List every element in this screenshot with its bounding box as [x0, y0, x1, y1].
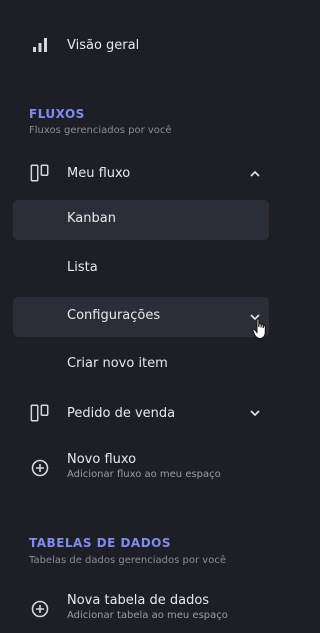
new-flow-button[interactable]: Novo fluxo Adicionar fluxo ao meu espaço: [13, 448, 269, 488]
flow-subitem-label: Configurações: [67, 308, 161, 323]
flow-item-label: Meu fluxo: [67, 165, 131, 181]
mouse-pointer: [252, 318, 268, 340]
plus-circle-icon: [30, 599, 50, 619]
new-table-description: Adicionar tabela ao meu espaço: [67, 610, 228, 621]
nav-item-overview[interactable]: Visão geral: [13, 29, 269, 61]
flow-subitem-kanban[interactable]: Kanban: [13, 200, 269, 240]
section-title-tables: TABELAS DE DADOS: [29, 536, 172, 550]
flow-subitem-configuracoes[interactable]: Configurações: [13, 297, 269, 337]
nav-item-overview-label: Visão geral: [67, 37, 140, 53]
new-table-button[interactable]: Nova tabela de dados Adicionar tabela ao…: [13, 589, 269, 629]
chevron-down-icon[interactable]: [249, 407, 261, 419]
flow-item-label: Pedido de venda: [67, 405, 176, 421]
new-flow-description: Adicionar fluxo ao meu espaço: [67, 469, 221, 480]
flow-subitem-label: Kanban: [67, 211, 116, 226]
section-title-flows: FLUXOS: [29, 107, 85, 121]
board-icon: [30, 163, 50, 183]
flow-subitem-lista[interactable]: Lista: [13, 249, 269, 289]
plus-circle-icon: [30, 458, 50, 478]
section-subtitle-tables: Tabelas de dados gerenciados por você: [29, 555, 226, 566]
flow-subitem-label: Lista: [67, 260, 98, 275]
section-subtitle-flows: Fluxos gerenciados por você: [29, 125, 172, 136]
flow-item-meu-fluxo[interactable]: Meu fluxo: [13, 157, 269, 189]
bar-chart-icon: [30, 35, 50, 55]
new-flow-label: Novo fluxo: [67, 452, 137, 467]
flow-subitem-label: Criar novo item: [67, 356, 168, 371]
board-icon: [30, 403, 50, 423]
new-table-label: Nova tabela de dados: [67, 593, 210, 608]
flow-subitem-criar-novo-item[interactable]: Criar novo item: [13, 345, 269, 385]
flow-item-pedido-de-venda[interactable]: Pedido de venda: [13, 397, 269, 429]
chevron-up-icon[interactable]: [249, 167, 261, 179]
